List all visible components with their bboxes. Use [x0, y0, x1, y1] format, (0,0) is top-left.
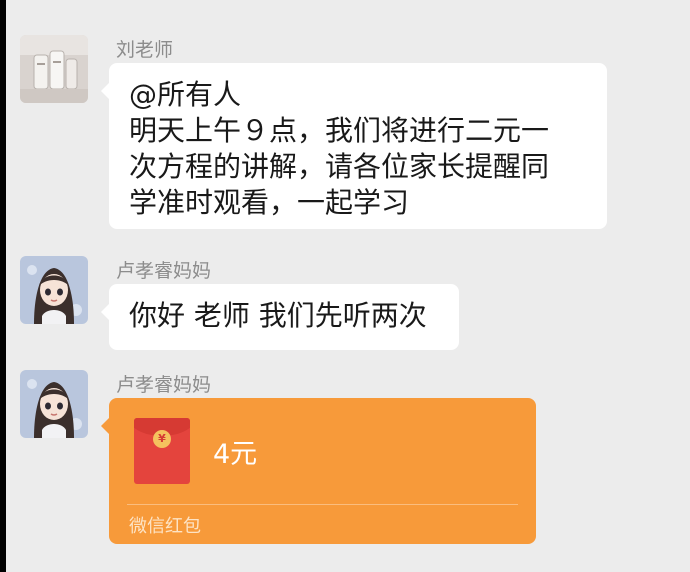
message-bubble[interactable]: @所有人 明天上午９点，我们将进行二元一 次方程的讲解，请各位家长提醒同 学准时… [101, 63, 607, 229]
message-text-line: 你好 老师 我们先听两次 [129, 299, 427, 332]
message-text-line: 明天上午９点，我们将进行二元一 [129, 114, 550, 147]
red-packet-amount: 4元 [213, 439, 258, 470]
sender-name: 卢孝睿妈妈 [116, 374, 212, 396]
message-bubble[interactable]: 你好 老师 我们先听两次 [101, 284, 459, 350]
cartoon-girl-avatar-icon[interactable] [20, 370, 88, 438]
photo-avatar-icon[interactable] [20, 35, 88, 103]
message-text-line: @所有人 [129, 78, 242, 111]
chat-screen: 刘老师 @所有人 明天上午９点，我们将进行二元一 次方程的讲解，请各位家长提醒同… [6, 0, 690, 572]
message-text-line: 次方程的讲解，请各位家长提醒同 [129, 150, 550, 183]
cartoon-girl-avatar-icon[interactable] [20, 256, 88, 324]
sender-name: 刘老师 [116, 39, 174, 61]
sender-name: 卢孝睿妈妈 [116, 260, 212, 282]
divider [127, 504, 518, 505]
message-text-line: 学准时观看，一起学习 [129, 186, 410, 219]
red-envelope-icon: ¥ [134, 418, 190, 484]
red-packet-card[interactable]: ¥ 4元 微信红包 [101, 398, 536, 544]
red-packet-label: 微信红包 [129, 516, 201, 537]
